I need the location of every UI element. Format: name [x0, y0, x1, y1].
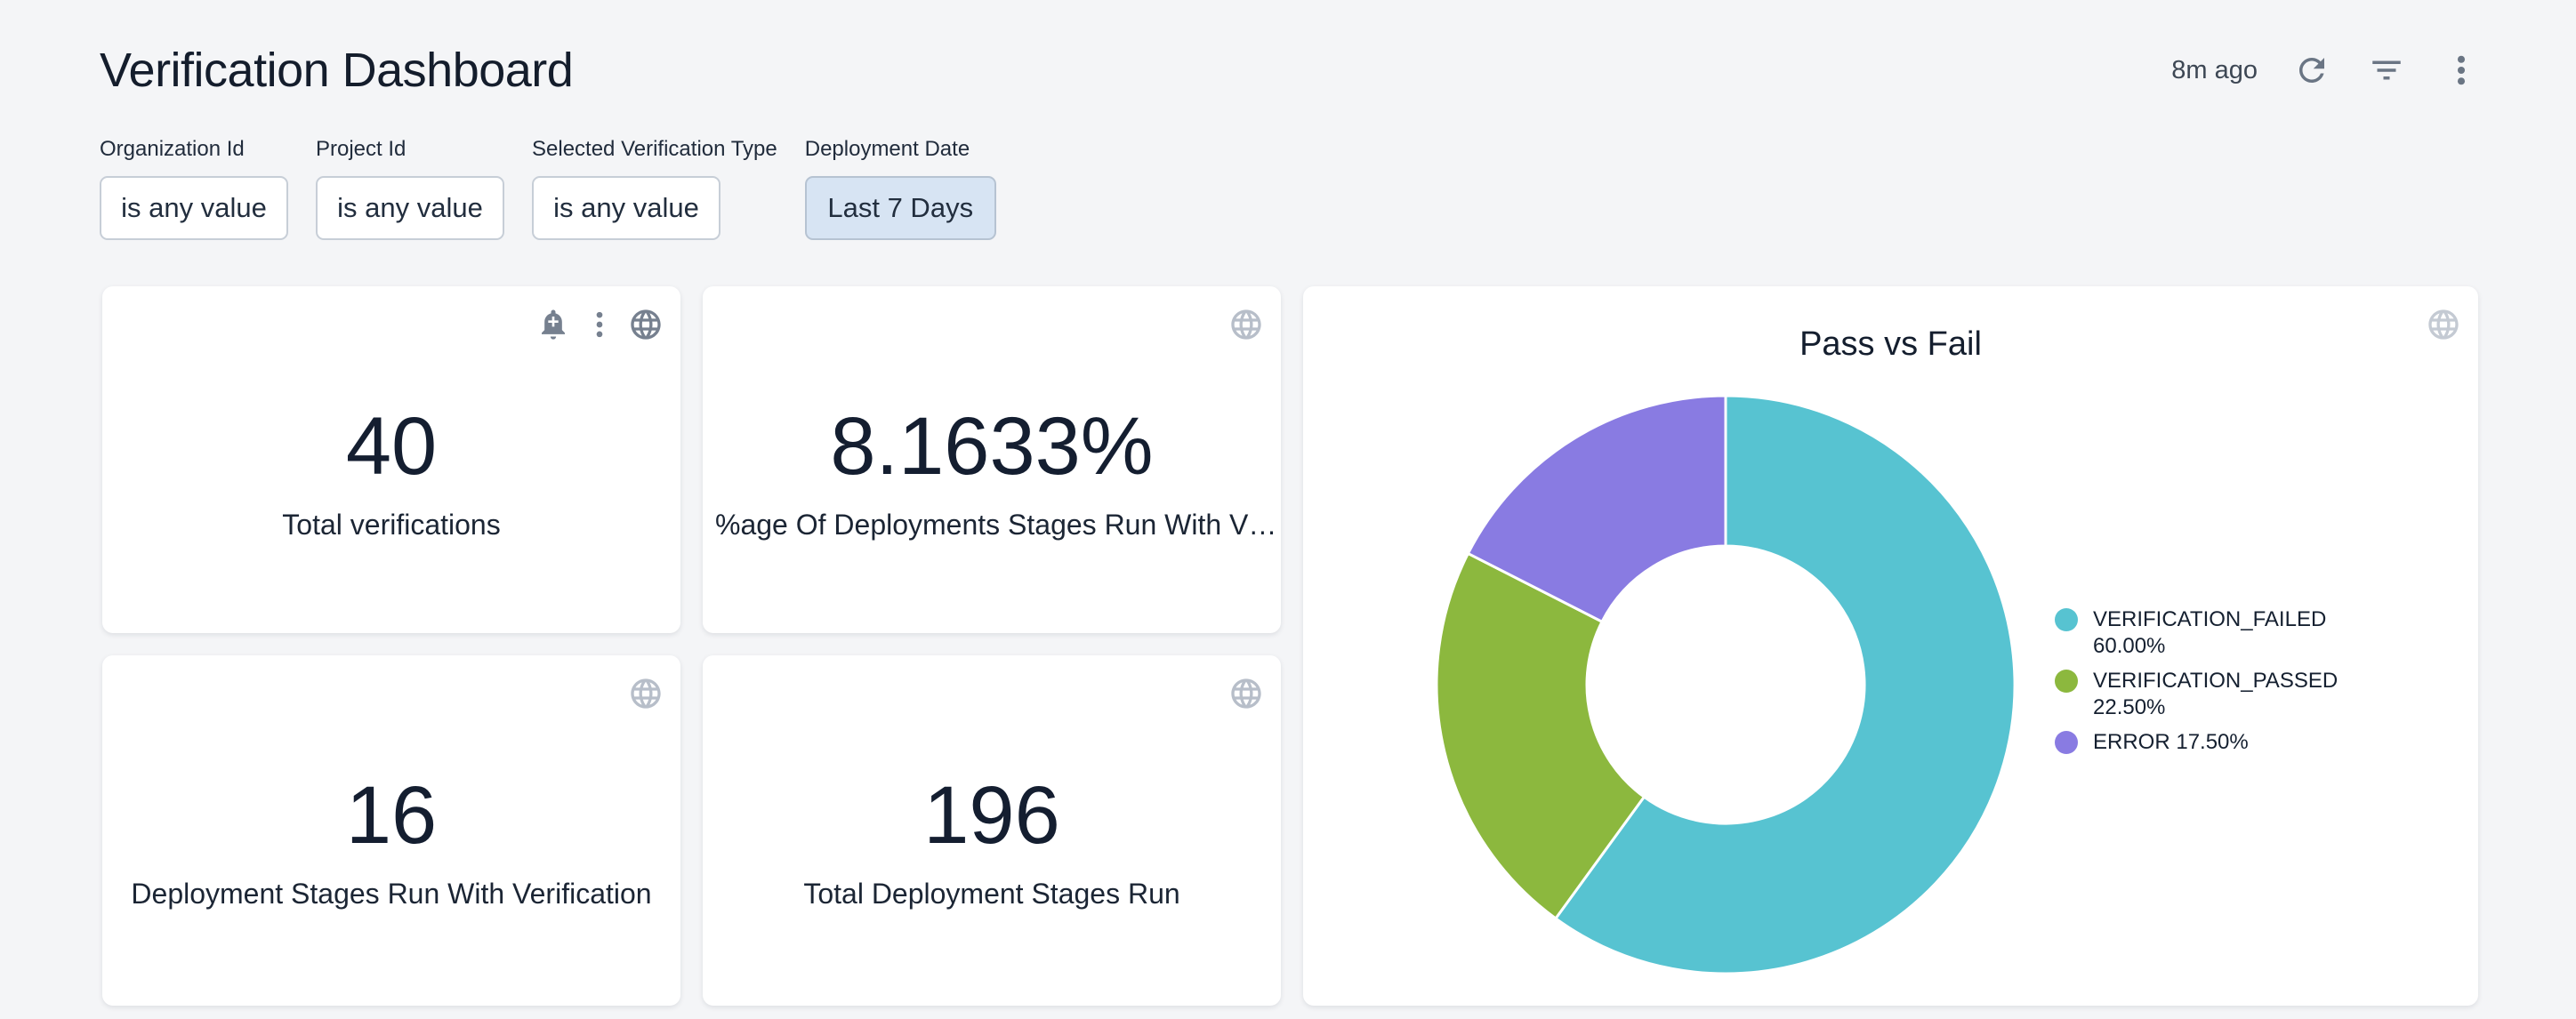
filter-value-chip[interactable]: is any value	[316, 176, 504, 240]
globe-icon	[628, 676, 664, 711]
globe-indicator	[627, 306, 664, 343]
tile-total-verifications: 40 Total verifications	[102, 286, 680, 633]
filter-label: Organization Id	[100, 137, 288, 162]
tile-total-deployment-stages-run: 196 Total Deployment Stages Run	[703, 655, 1281, 1006]
filter-list-icon	[2368, 52, 2405, 89]
kebab-menu-icon	[2443, 52, 2480, 89]
legend-series-name: VERIFICATION_PASSED	[2093, 669, 2338, 693]
tile-value: 196	[703, 769, 1281, 862]
filter-bar: Organization Id is any value Project Id …	[100, 137, 996, 240]
legend-item-verification-passed[interactable]: VERIFICATION_PASSED 22.50%	[2055, 668, 2330, 721]
last-refresh-time: 8m ago	[2171, 56, 2258, 85]
tile-label: %age Of Deployments Stages Run With V…	[703, 507, 1281, 542]
legend-dot	[2055, 670, 2078, 693]
alert-bell-button[interactable]	[535, 306, 572, 343]
legend-series-pct: 22.50%	[2093, 695, 2165, 719]
filter-label: Selected Verification Type	[532, 137, 777, 162]
filter-label: Project Id	[316, 137, 504, 162]
refresh-icon	[2293, 52, 2330, 89]
filter-selected-verification-type: Selected Verification Type is any value	[532, 137, 777, 240]
filter-value-chip[interactable]: is any value	[100, 176, 288, 240]
legend-series-pct: 60.00%	[2093, 634, 2165, 658]
pass-vs-fail-chart-card: Pass vs Fail VERIFICATION_FAILED 60.00% …	[1303, 286, 2478, 1006]
tile-value: 16	[102, 769, 680, 862]
dashboard-filters-button[interactable]	[2366, 50, 2407, 91]
globe-icon	[1228, 307, 1264, 342]
legend-series-name: VERIFICATION_FAILED	[2093, 607, 2326, 631]
tile-more-menu-button[interactable]	[581, 306, 618, 343]
filter-organization-id: Organization Id is any value	[100, 137, 288, 240]
legend-item-error[interactable]: ERROR 17.50%	[2055, 729, 2330, 756]
tile-value: 40	[102, 400, 680, 493]
tile-deployment-stages-run-with-verification: 16 Deployment Stages Run With Verificati…	[102, 655, 680, 1006]
legend-dot	[2055, 608, 2078, 631]
tile-label: Deployment Stages Run With Verification	[102, 876, 680, 911]
tile-pct-deployments-with-verifications: 8.1633% %age Of Deployments Stages Run W…	[703, 286, 1281, 633]
refresh-button[interactable]	[2291, 50, 2332, 91]
chart-legend: VERIFICATION_FAILED 60.00% VERIFICATION_…	[2055, 606, 2330, 756]
legend-series-pct: 17.50%	[2176, 730, 2248, 754]
legend-series-name: ERROR	[2093, 730, 2170, 754]
header-actions: 8m ago	[2171, 50, 2482, 91]
filter-label: Deployment Date	[805, 137, 996, 162]
bell-plus-icon	[535, 307, 571, 342]
tile-value: 8.1633%	[703, 400, 1281, 493]
tile-label: Total verifications	[102, 507, 680, 542]
tile-label: Total Deployment Stages Run	[703, 876, 1281, 911]
filter-deployment-date: Deployment Date Last 7 Days	[805, 137, 996, 240]
globe-icon	[628, 307, 664, 342]
legend-dot	[2055, 731, 2078, 754]
page-title: Verification Dashboard	[100, 44, 573, 96]
globe-icon	[1228, 676, 1264, 711]
legend-item-verification-failed[interactable]: VERIFICATION_FAILED 60.00%	[2055, 606, 2330, 660]
filter-project-id: Project Id is any value	[316, 137, 504, 240]
globe-indicator	[1228, 675, 1265, 712]
globe-indicator	[1228, 306, 1265, 343]
globe-indicator	[627, 675, 664, 712]
dashboard-more-menu-button[interactable]	[2441, 50, 2482, 91]
filter-value-chip[interactable]: is any value	[532, 176, 720, 240]
kebab-menu-icon	[582, 307, 617, 342]
filter-value-chip[interactable]: Last 7 Days	[805, 176, 996, 240]
